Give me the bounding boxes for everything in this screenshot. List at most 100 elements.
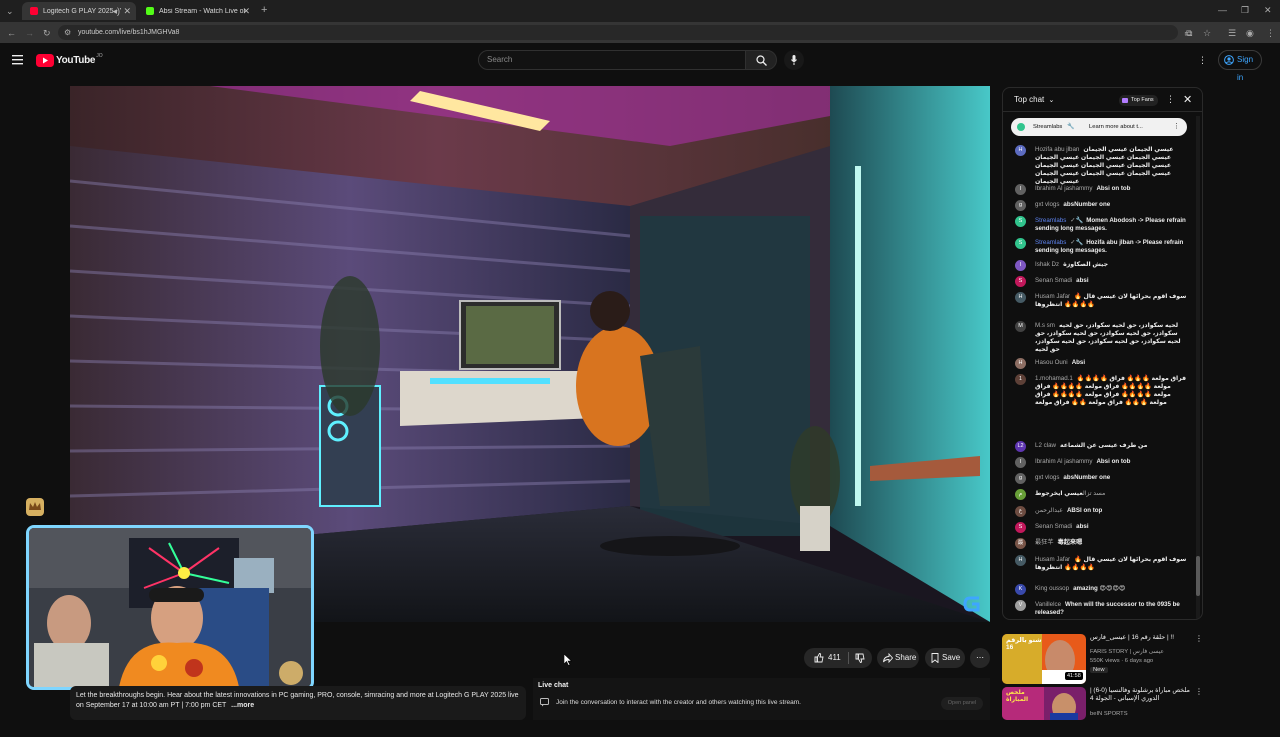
recommendation-item[interactable]: شنو بالرقم 16 41:58 حلقة رقم 16 | عيسى_ف… xyxy=(1002,634,1207,684)
site-info-icon[interactable]: ⚙ xyxy=(64,28,71,38)
maximize-icon[interactable]: ❐ xyxy=(1241,5,1249,15)
close-chat-icon[interactable]: ✕ xyxy=(1183,93,1192,106)
speaker-icon[interactable]: ◂) xyxy=(112,6,120,17)
chat-avatar[interactable]: I xyxy=(1015,260,1026,271)
chat-author-name[interactable]: L2 claw xyxy=(1035,442,1056,449)
tab-search-icon[interactable]: ⌄ xyxy=(6,6,14,16)
share-button[interactable]: Share xyxy=(877,648,919,668)
chat-menu-icon[interactable]: ⋮ xyxy=(1166,94,1175,105)
recommendation-title[interactable]: ملخص مباراة برشلونة وفالنسيا (0-6) | الد… xyxy=(1090,687,1198,703)
chat-author-name[interactable]: Hasou Ouni xyxy=(1035,359,1068,366)
chat-avatar[interactable]: g xyxy=(1015,200,1026,211)
hamburger-menu-icon[interactable] xyxy=(12,55,23,65)
video-description[interactable]: Let the breakthroughs begin. Hear about … xyxy=(70,686,526,720)
forward-icon[interactable]: → xyxy=(25,28,34,38)
close-window-icon[interactable]: ✕ xyxy=(1264,5,1272,15)
recommendation-thumbnail[interactable]: ملخص المباراة xyxy=(1002,687,1086,720)
more-options-icon[interactable]: ⋮ xyxy=(1198,55,1207,65)
reload-icon[interactable]: ↻ xyxy=(43,28,51,38)
install-icon[interactable]: ⧉ xyxy=(1186,28,1192,38)
extensions-icon[interactable]: ☰ xyxy=(1228,28,1236,38)
chat-author-name[interactable]: Streamlabs xyxy=(1035,217,1066,224)
recommendation-menu-icon[interactable]: ⋮ xyxy=(1195,687,1203,696)
pinned-message[interactable]: Streamlabs 🔧 Learn more about t... ⋮ xyxy=(1011,118,1187,136)
youtube-logo[interactable]: YouTube JO xyxy=(36,53,103,67)
chat-author-name[interactable]: gxt vlogs xyxy=(1035,474,1059,481)
chat-message-text: amazing 😍😍😍😍 xyxy=(1073,585,1126,592)
chat-scrollbar[interactable] xyxy=(1196,116,1200,619)
chat-message-body: Husam Jafar 🔥 سوف اقوم بحرائها لان عيسي ق… xyxy=(1035,556,1187,572)
chat-message-text: جيش الصكاوزة xyxy=(1063,261,1109,268)
chat-avatar[interactable]: K xyxy=(1015,584,1026,595)
chat-avatar[interactable]: H xyxy=(1015,555,1026,566)
chat-author-name[interactable]: M.s sm xyxy=(1035,322,1055,329)
chat-avatar[interactable]: S xyxy=(1015,216,1026,227)
chat-avatar[interactable]: I xyxy=(1015,457,1026,468)
chat-author-name[interactable]: Streamlabs xyxy=(1035,239,1066,246)
chat-author-name[interactable]: Senan Smadi xyxy=(1035,277,1072,284)
minimize-icon[interactable]: — xyxy=(1218,5,1227,15)
recommendation-channel[interactable]: beIN SPORTS xyxy=(1090,711,1128,717)
recommendation-thumbnail[interactable]: شنو بالرقم 16 41:58 xyxy=(1002,634,1086,684)
chat-avatar[interactable]: م xyxy=(1015,489,1026,500)
recommendation-title[interactable]: حلقة رقم 16 | عيسى_فارس | !! xyxy=(1090,634,1198,642)
chat-message-text: Absi xyxy=(1071,359,1086,366)
recommendation-channel[interactable]: FARIS STORY | عيسى فارس xyxy=(1090,649,1164,655)
youtube-favicon-icon xyxy=(30,7,38,15)
chat-avatar[interactable]: ع xyxy=(1015,506,1026,517)
voice-search-button[interactable] xyxy=(784,50,804,70)
search-button[interactable] xyxy=(745,50,777,70)
chat-avatar[interactable]: S xyxy=(1015,522,1026,533)
chat-author-name[interactable]: 最狂芊 xyxy=(1035,539,1054,546)
address-bar[interactable]: ⚙ youtube.com/live/bs1hJMGHVa8 ▭ xyxy=(58,25,1193,40)
recommendation-menu-icon[interactable]: ⋮ xyxy=(1195,634,1203,643)
chat-avatar[interactable]: S xyxy=(1015,276,1026,287)
chat-avatar[interactable]: I xyxy=(1015,184,1026,195)
chat-avatar[interactable]: S xyxy=(1015,238,1026,249)
chat-author-name[interactable]: Vanillelce xyxy=(1035,601,1061,608)
chat-scroll-thumb[interactable] xyxy=(1196,556,1200,596)
chat-author-name[interactable]: Ibrahim Al jashammy xyxy=(1035,458,1092,465)
close-tab-icon[interactable]: ✕ xyxy=(242,6,250,17)
search-input[interactable]: Search xyxy=(478,50,746,70)
bookmark-star-icon[interactable]: ☆ xyxy=(1203,28,1211,38)
chat-author-name[interactable]: Husam Jafar xyxy=(1035,556,1070,563)
chat-author-name[interactable]: King oussop xyxy=(1035,585,1069,592)
thumb-down-icon[interactable] xyxy=(855,653,865,663)
chat-avatar[interactable]: H xyxy=(1015,292,1026,303)
close-tab-icon[interactable]: ✕ xyxy=(123,6,131,17)
chat-author-name[interactable]: Husam Jafar xyxy=(1035,293,1070,300)
chat-avatar[interactable]: H xyxy=(1015,145,1026,156)
chat-author-name[interactable]: 1.mohamad.1 xyxy=(1035,375,1073,382)
recommendation-item[interactable]: ملخص المباراة ملخص مباراة برشلونة وفالنس… xyxy=(1002,687,1207,737)
chat-avatar[interactable]: M xyxy=(1015,321,1026,332)
top-fans-button[interactable]: Top Fans xyxy=(1119,95,1158,106)
chat-avatar[interactable]: H xyxy=(1015,358,1026,369)
chat-avatar[interactable]: 1 xyxy=(1015,374,1026,385)
save-button[interactable]: Save xyxy=(925,648,965,668)
chat-avatar[interactable]: g xyxy=(1015,473,1026,484)
chat-avatar[interactable]: V xyxy=(1015,600,1026,611)
chat-author-name[interactable]: gxt vlogs xyxy=(1035,201,1059,208)
tab-logitech[interactable]: Logitech G PLAY 2025 - You ◂) ✕ xyxy=(22,2,136,20)
chat-avatar[interactable]: 最 xyxy=(1015,538,1026,549)
chat-avatar[interactable]: L2 xyxy=(1015,441,1026,452)
chat-message-body: عبدالرحمن ABSI on top xyxy=(1035,507,1187,515)
chat-mode-dropdown[interactable]: Top chat ⌄ xyxy=(1014,95,1054,104)
profile-icon[interactable]: ◉ xyxy=(1246,28,1254,38)
pinned-menu-icon[interactable]: ⋮ xyxy=(1173,118,1180,136)
chat-author-name[interactable]: Hozifa abu jlban xyxy=(1035,146,1079,153)
chat-author-name[interactable]: Senan Smadi xyxy=(1035,523,1072,530)
new-tab-icon[interactable]: + xyxy=(261,5,267,16)
chat-author-name[interactable]: عبدالرحمن xyxy=(1035,507,1063,514)
chat-author-name[interactable]: Ishak Dz xyxy=(1035,261,1059,268)
more-actions-button[interactable]: ⋯ xyxy=(970,648,990,668)
chat-author-name[interactable]: Ibrahim Al jashammy xyxy=(1035,185,1092,192)
open-panel-button[interactable]: Open panel xyxy=(941,697,983,710)
chat-author-name[interactable]: مسد تزال xyxy=(1083,490,1106,497)
chrome-menu-icon[interactable]: ⋮ xyxy=(1266,28,1275,38)
tab-absi-stream[interactable]: Absi Stream - Watch Live on K ✕ xyxy=(138,2,255,20)
back-icon[interactable]: ← xyxy=(7,28,16,38)
sign-in-button[interactable]: Sign in xyxy=(1218,50,1262,82)
show-more-link[interactable]: ...more xyxy=(231,702,254,709)
